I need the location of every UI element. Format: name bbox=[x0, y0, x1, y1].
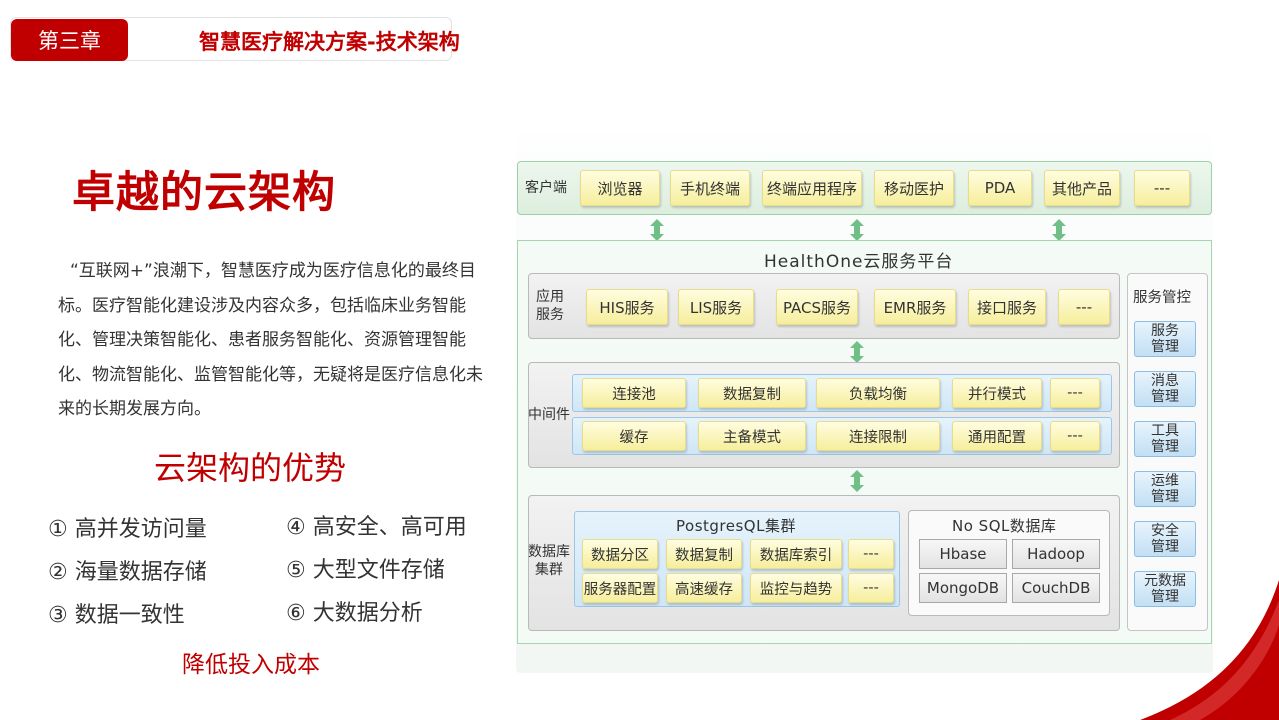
nosql-item: MongoDB bbox=[919, 573, 1007, 603]
service-control-item: 服务 管理 bbox=[1134, 321, 1196, 357]
client-item: 终端应用程序 bbox=[762, 170, 862, 206]
client-label: 客户端 bbox=[525, 180, 567, 196]
advantage-item: ① 高并发访问量 bbox=[48, 517, 207, 542]
middleware-item: 主备模式 bbox=[698, 421, 806, 451]
postgres-item: 监控与趋势 bbox=[750, 573, 842, 603]
advantage-item: ⑥ 大数据分析 bbox=[286, 601, 423, 626]
app-service-item: --- bbox=[1058, 289, 1110, 325]
service-control-item: 工具 管理 bbox=[1134, 421, 1196, 457]
app-service-label: 应用 服务 bbox=[536, 289, 564, 323]
app-service-item: 接口服务 bbox=[968, 289, 1046, 325]
middleware-item: 负载均衡 bbox=[816, 378, 940, 408]
app-service-item: HIS服务 bbox=[586, 289, 668, 325]
double-arrow-icon bbox=[1052, 219, 1066, 241]
app-service-item: EMR服务 bbox=[874, 289, 956, 325]
postgres-item: 服务器配置 bbox=[582, 573, 658, 603]
service-control-item: 运维 管理 bbox=[1134, 471, 1196, 507]
database-label: 数据库 集群 bbox=[528, 544, 570, 578]
service-control-item: 消息 管理 bbox=[1134, 371, 1196, 407]
architecture-diagram: 客户端 浏览器 手机终端 终端应用程序 移动医护 PDA 其他产品 --- He… bbox=[516, 133, 1213, 673]
service-control-item: 安全 管理 bbox=[1134, 521, 1196, 557]
middleware-label: 中间件 bbox=[528, 407, 570, 423]
middleware-item: 连接限制 bbox=[816, 421, 940, 451]
advantage-item: ⑤ 大型文件存储 bbox=[286, 558, 445, 583]
postgres-item: 数据分区 bbox=[582, 539, 658, 569]
nosql-item: Hadoop bbox=[1012, 539, 1100, 569]
chapter-badge: 第三章 bbox=[11, 19, 128, 61]
double-arrow-icon bbox=[850, 470, 864, 492]
advantage-item: ② 海量数据存储 bbox=[48, 560, 207, 585]
nosql-item: Hbase bbox=[919, 539, 1007, 569]
double-arrow-icon bbox=[650, 219, 664, 241]
postgres-cluster-title: PostgresQL集群 bbox=[676, 517, 796, 535]
middleware-item: 通用配置 bbox=[952, 421, 1042, 451]
app-service-item: LIS服务 bbox=[678, 289, 754, 325]
client-item: --- bbox=[1134, 170, 1190, 206]
client-item: 其他产品 bbox=[1044, 170, 1120, 206]
advantage-item: ③ 数据一致性 bbox=[48, 603, 185, 628]
postgres-item: --- bbox=[848, 573, 894, 603]
double-arrow-icon bbox=[850, 219, 864, 241]
client-item: 浏览器 bbox=[580, 170, 660, 206]
nosql-item: CouchDB bbox=[1012, 573, 1100, 603]
advantage-item: ④ 高安全、高可用 bbox=[286, 515, 467, 540]
client-item: PDA bbox=[968, 170, 1032, 206]
app-service-item: PACS服务 bbox=[776, 289, 858, 325]
client-item: 手机终端 bbox=[670, 170, 750, 206]
middleware-item: 数据复制 bbox=[698, 378, 806, 408]
middleware-item: --- bbox=[1050, 421, 1100, 451]
nosql-title: No SQL数据库 bbox=[952, 517, 1057, 535]
advantages-title: 云架构的优势 bbox=[154, 449, 347, 487]
postgres-item: 高速缓存 bbox=[666, 573, 742, 603]
service-control-title: 服务管控 bbox=[1133, 290, 1191, 306]
advantages-footer: 降低投入成本 bbox=[182, 652, 320, 678]
client-item: 移动医护 bbox=[874, 170, 954, 206]
middleware-item: 连接池 bbox=[582, 378, 686, 408]
main-title: 卓越的云架构 bbox=[72, 168, 336, 218]
double-arrow-icon bbox=[850, 341, 864, 363]
postgres-item: 数据复制 bbox=[666, 539, 742, 569]
platform-title: HealthOne云服务平台 bbox=[764, 252, 954, 272]
middleware-item: 并行模式 bbox=[952, 378, 1042, 408]
postgres-item: --- bbox=[848, 539, 894, 569]
postgres-item: 数据库索引 bbox=[750, 539, 842, 569]
service-control-item: 元数据 管理 bbox=[1134, 571, 1196, 607]
intro-paragraph: “互联网+”浪潮下，智慧医疗成为医疗信息化的最终目标。医疗智能化建设涉及内容众多… bbox=[58, 261, 483, 419]
middleware-item: --- bbox=[1050, 378, 1100, 408]
middleware-item: 缓存 bbox=[582, 421, 686, 451]
slide-header-title: 智慧医疗解决方案-技术架构 bbox=[199, 30, 460, 54]
